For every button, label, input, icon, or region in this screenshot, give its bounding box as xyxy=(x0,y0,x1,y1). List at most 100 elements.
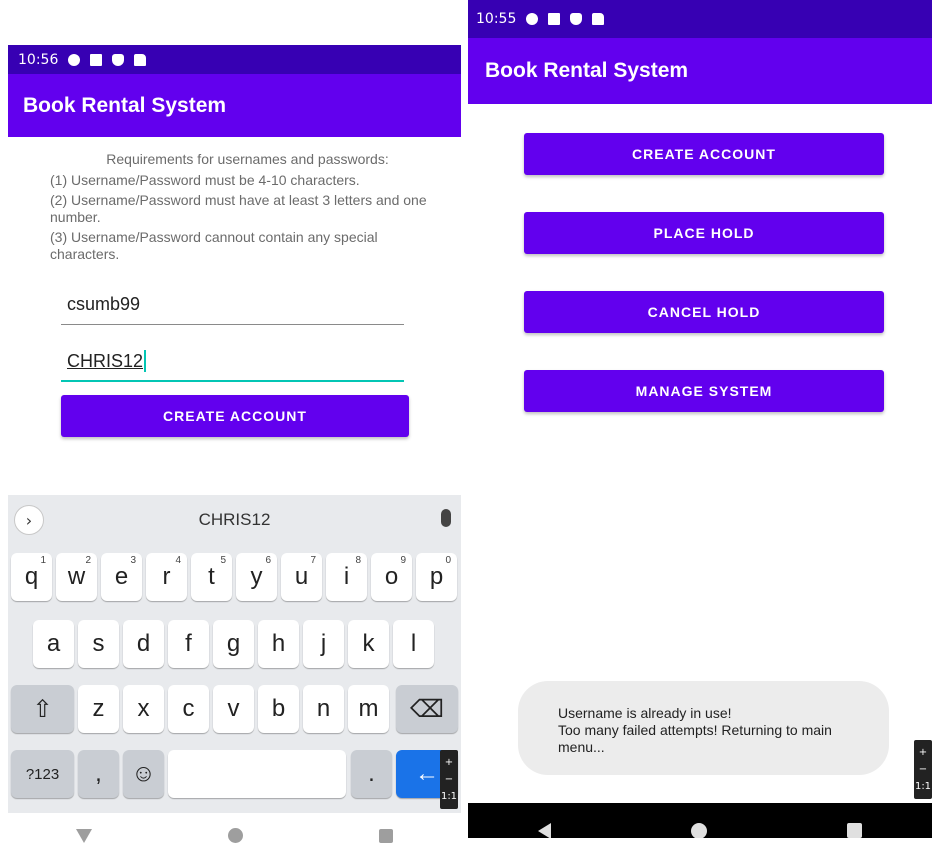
key-h[interactable]: h xyxy=(258,620,299,668)
key-s-label: s xyxy=(92,630,105,657)
backspace-key[interactable]: ⌫ xyxy=(396,685,458,733)
emoji-key[interactable]: ☺ xyxy=(123,750,164,798)
create-account-button[interactable]: CREATE ACCOUNT xyxy=(524,133,884,175)
key-u-hint: 7 xyxy=(310,555,316,566)
recents-icon[interactable] xyxy=(847,823,862,838)
key-w-label: w xyxy=(67,563,86,590)
space-key[interactable] xyxy=(168,750,346,798)
gear-icon xyxy=(526,13,539,25)
app-title: Book Rental System xyxy=(485,59,689,82)
emoji-key-label: ☺ xyxy=(131,760,156,787)
requirement-3: (3) Username/Password cannout contain an… xyxy=(50,229,378,262)
manage-system-button[interactable]: MANAGE SYSTEM xyxy=(524,370,884,412)
key-f-label: f xyxy=(185,630,192,657)
key-r-hint: 4 xyxy=(175,555,181,566)
app-bar: Book Rental System xyxy=(8,74,461,137)
key-q[interactable]: q1 xyxy=(11,553,52,601)
requirement-2: (2) Username/Password must have at least… xyxy=(50,192,427,225)
key-l-label: l xyxy=(410,630,417,657)
key-p-hint: 0 xyxy=(445,555,451,566)
period-key[interactable]: . xyxy=(351,750,392,798)
key-t-label: t xyxy=(208,563,215,590)
comma-key[interactable]: , xyxy=(78,750,119,798)
key-i[interactable]: i8 xyxy=(326,553,367,601)
zoom-in-button[interactable]: + xyxy=(445,757,453,768)
key-b-label: b xyxy=(271,695,286,722)
zoom-ratio-button[interactable]: 1:1 xyxy=(915,781,931,792)
key-h-label: h xyxy=(271,630,286,657)
app-title: Book Rental System xyxy=(23,93,227,117)
key-g[interactable]: g xyxy=(213,620,254,668)
key-r-label: r xyxy=(162,563,171,590)
key-f[interactable]: f xyxy=(168,620,209,668)
username-value: csumb99 xyxy=(67,294,141,314)
symbols-key[interactable]: ?123 xyxy=(11,750,74,798)
key-t[interactable]: t5 xyxy=(191,553,232,601)
recents-icon[interactable] xyxy=(379,828,393,843)
key-r[interactable]: r4 xyxy=(146,553,187,601)
key-e-label: e xyxy=(114,563,129,590)
navigation-bar xyxy=(8,813,461,858)
key-z-label: z xyxy=(92,695,105,722)
app-bar: Book Rental System xyxy=(468,38,932,104)
toast-line-2: Too many failed attempts! Returning to m… xyxy=(558,722,832,755)
gear-icon xyxy=(68,53,81,66)
key-d[interactable]: d xyxy=(123,620,164,668)
requirements-text: Requirements for usernames and passwords… xyxy=(8,137,461,263)
key-c[interactable]: c xyxy=(168,685,209,733)
key-m[interactable]: m xyxy=(348,685,389,733)
key-w-hint: 2 xyxy=(85,555,91,566)
home-icon[interactable] xyxy=(228,828,243,843)
a-notification-icon xyxy=(548,13,561,25)
key-y-hint: 6 xyxy=(265,555,271,566)
key-n[interactable]: n xyxy=(303,685,344,733)
zoom-control: + − 1:1 xyxy=(440,750,458,809)
username-field[interactable]: csumb99 xyxy=(61,285,404,325)
password-field[interactable]: CHRIS12 xyxy=(61,342,404,382)
key-d-label: d xyxy=(136,630,151,657)
key-b[interactable]: b xyxy=(258,685,299,733)
key-z[interactable]: z xyxy=(78,685,119,733)
key-l[interactable]: l xyxy=(393,620,434,668)
chevron-right-icon[interactable]: › xyxy=(14,505,44,535)
key-o[interactable]: o9 xyxy=(371,553,412,601)
key-a-label: a xyxy=(46,630,61,657)
back-icon[interactable] xyxy=(76,828,92,843)
zoom-out-button[interactable]: − xyxy=(919,764,927,775)
key-e[interactable]: e3 xyxy=(101,553,142,601)
key-a[interactable]: a xyxy=(33,620,74,668)
requirement-1: (1) Username/Password must be 4-10 chara… xyxy=(50,172,360,188)
suggestion-word[interactable]: CHRIS12 xyxy=(8,510,461,530)
status-bar: 10:56 xyxy=(8,45,461,74)
microphone-icon[interactable] xyxy=(441,509,451,527)
key-y[interactable]: y6 xyxy=(236,553,277,601)
key-i-label: i xyxy=(343,563,350,590)
key-q-label: q xyxy=(24,563,39,590)
key-o-label: o xyxy=(384,563,399,590)
key-k-label: k xyxy=(362,630,375,657)
key-v-label: v xyxy=(227,695,240,722)
zoom-ratio-button[interactable]: 1:1 xyxy=(441,791,457,802)
key-u[interactable]: u7 xyxy=(281,553,322,601)
back-icon[interactable] xyxy=(538,822,551,838)
key-v[interactable]: v xyxy=(213,685,254,733)
key-k[interactable]: k xyxy=(348,620,389,668)
shield-icon xyxy=(570,13,583,25)
key-s[interactable]: s xyxy=(78,620,119,668)
key-x[interactable]: x xyxy=(123,685,164,733)
on-screen-keyboard: › CHRIS12 q 1 w 2 e 3 r 4 t 5 y 6 u 7 i 8 o 9 p 0 a s d f g h j k l ⇧… xyxy=(8,495,461,858)
shift-key[interactable]: ⇧ xyxy=(11,685,74,733)
cancel-hold-button[interactable]: CANCEL HOLD xyxy=(524,291,884,333)
key-p[interactable]: p0 xyxy=(416,553,457,601)
key-j[interactable]: j xyxy=(303,620,344,668)
navigation-bar xyxy=(468,803,932,838)
key-w[interactable]: w2 xyxy=(56,553,97,601)
zoom-in-button[interactable]: + xyxy=(919,747,927,758)
key-c-label: c xyxy=(182,695,195,722)
password-value: CHRIS12 xyxy=(67,350,144,371)
period-key-label: . xyxy=(368,760,375,787)
home-icon[interactable] xyxy=(691,822,707,838)
create-account-button[interactable]: CREATE ACCOUNT xyxy=(61,395,409,437)
zoom-out-button[interactable]: − xyxy=(445,774,453,785)
place-hold-button[interactable]: PLACE HOLD xyxy=(524,212,884,254)
